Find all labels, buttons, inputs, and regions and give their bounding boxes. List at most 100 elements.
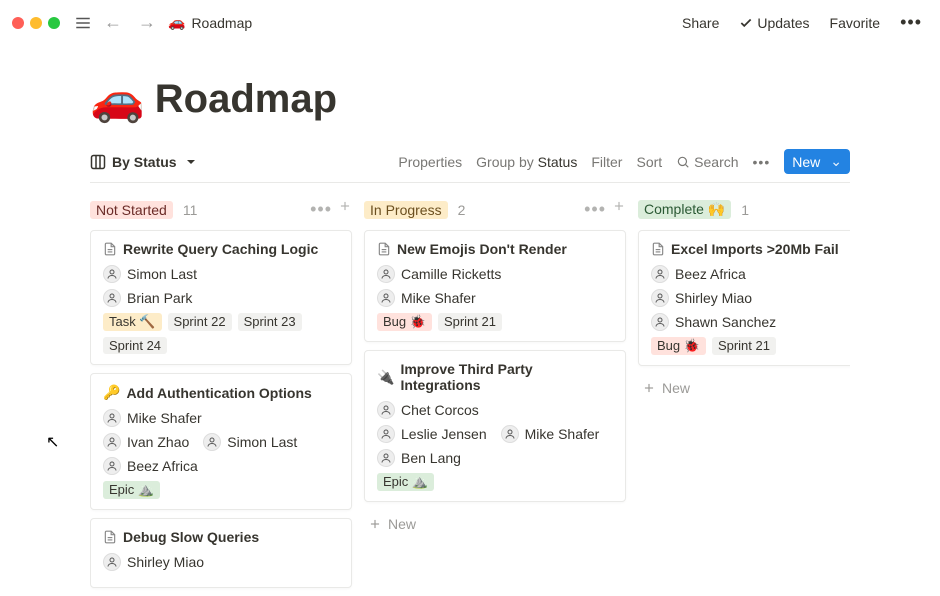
avatar	[103, 409, 121, 427]
more-menu-button[interactable]: •••	[894, 8, 928, 37]
window-controls	[12, 17, 60, 29]
person-name: Ivan Zhao	[127, 434, 189, 450]
tag-row: Epic ⛰️	[377, 473, 613, 491]
menu-icon[interactable]	[74, 14, 92, 32]
filter-button[interactable]: Filter	[591, 154, 622, 170]
tag[interactable]: Sprint 24	[103, 337, 167, 354]
column-header: In Progress2•••	[364, 197, 626, 230]
column-more-button[interactable]: •••	[310, 199, 332, 220]
avatar	[377, 449, 395, 467]
topbar: ← → 🚗 Roadmap Share Updates Favorite •••	[0, 0, 940, 45]
card-title: Excel Imports >20Mb Fail	[651, 241, 850, 257]
card[interactable]: Rewrite Query Caching LogicSimon LastBri…	[90, 230, 352, 365]
group-by-button[interactable]: Group by Status	[476, 154, 577, 170]
tag-row: Epic ⛰️	[103, 481, 339, 499]
tag[interactable]: Sprint 21	[438, 313, 502, 331]
status-pill[interactable]: In Progress	[364, 201, 448, 219]
tag[interactable]: Sprint 21	[712, 337, 776, 355]
column-count: 11	[183, 202, 198, 218]
maximize-window-button[interactable]	[48, 17, 60, 29]
board-column: In Progress2•••New Emojis Don't RenderCa…	[364, 197, 626, 596]
person-name: Shirley Miao	[675, 290, 752, 306]
board-column: Not Started 11 ••• Rewrite Query Caching Lo…	[90, 197, 352, 596]
people-row: Mike Shafer	[377, 289, 613, 307]
favorite-button[interactable]: Favorite	[824, 11, 887, 35]
document-icon	[103, 242, 117, 256]
new-button[interactable]: New ⌄	[784, 149, 850, 174]
avatar	[377, 289, 395, 307]
column-add-button[interactable]	[338, 199, 352, 220]
avatar	[377, 425, 395, 443]
board-column: Complete 🙌1•••Excel Imports >20Mb FailBe…	[638, 197, 850, 596]
minimize-window-button[interactable]	[30, 17, 42, 29]
back-button[interactable]: ←	[100, 12, 126, 33]
avatar	[651, 313, 669, 331]
avatar	[103, 553, 121, 571]
card-title: 🔑Add Authentication Options	[103, 384, 339, 401]
person-name: Ben Lang	[401, 450, 461, 466]
forward-button[interactable]: →	[134, 12, 160, 33]
card[interactable]: 🔑Add Authentication Options Mike Shafer Iv…	[90, 373, 352, 510]
person-name: Shawn Sanchez	[675, 314, 776, 330]
person-name: Mike Shafer	[525, 426, 600, 442]
new-card-button[interactable]: New	[638, 374, 850, 402]
properties-button[interactable]: Properties	[398, 154, 462, 170]
status-pill[interactable]: Complete 🙌	[638, 200, 731, 219]
card[interactable]: New Emojis Don't RenderCamille RickettsM…	[364, 230, 626, 342]
breadcrumb[interactable]: 🚗 Roadmap	[168, 14, 252, 31]
person-name: Beez Africa	[675, 266, 746, 282]
close-window-button[interactable]	[12, 17, 24, 29]
search-button[interactable]: Search	[676, 154, 738, 170]
card-title: 🔌Improve Third Party Integrations	[377, 361, 613, 393]
people-row: Beez Africa	[651, 265, 850, 283]
sort-button[interactable]: Sort	[636, 154, 662, 170]
breadcrumb-icon: 🚗	[168, 14, 185, 31]
column-count: 1	[741, 202, 749, 218]
person-name: Mike Shafer	[127, 410, 202, 426]
avatar	[103, 433, 121, 451]
tag[interactable]: Sprint 23	[238, 313, 302, 331]
column-more-button[interactable]: •••	[584, 199, 606, 220]
chevron-down-icon: ⌄	[830, 153, 842, 170]
column-header: Not Started 11 •••	[90, 197, 352, 230]
document-icon	[377, 242, 391, 256]
avatar	[377, 265, 395, 283]
tag[interactable]: Epic ⛰️	[377, 473, 434, 491]
new-card-button[interactable]: New	[364, 510, 626, 538]
card-emoji-icon: 🔑	[103, 384, 120, 401]
tag[interactable]: Task 🔨	[103, 313, 162, 331]
card[interactable]: 🔌Improve Third Party IntegrationsChet Co…	[364, 350, 626, 502]
column-header: Complete 🙌1•••	[638, 197, 850, 230]
view-picker[interactable]: By Status	[90, 154, 199, 170]
person-name: Leslie Jensen	[401, 426, 487, 442]
tag[interactable]: Epic ⛰️	[103, 481, 160, 499]
updates-button[interactable]: Updates	[733, 11, 815, 35]
card-title: Debug Slow Queries	[103, 529, 339, 545]
person-name: Simon Last	[227, 434, 297, 450]
person-name: Camille Ricketts	[401, 266, 501, 282]
tag-row: Task 🔨 Sprint 22 Sprint 23 Sprint 24	[103, 313, 339, 354]
page-icon[interactable]: 🚗	[90, 73, 145, 125]
view-more-button[interactable]: •••	[753, 154, 771, 170]
share-button[interactable]: Share	[676, 11, 725, 35]
tag-row: Bug 🐞 Sprint 21	[651, 337, 850, 355]
person-name: Simon Last	[127, 266, 197, 282]
avatar	[103, 457, 121, 475]
tag[interactable]: Sprint 22	[168, 313, 232, 331]
people-row: Camille Ricketts	[377, 265, 613, 283]
card[interactable]: Debug Slow Queries Shirley Miao	[90, 518, 352, 588]
people-row: Shirley Miao	[103, 553, 339, 571]
card[interactable]: Excel Imports >20Mb Fail Beez Africa Shirl…	[638, 230, 850, 366]
person-name: Brian Park	[127, 290, 192, 306]
updates-label: Updates	[757, 15, 809, 31]
status-pill[interactable]: Not Started	[90, 201, 173, 219]
person-name: Shirley Miao	[127, 554, 204, 570]
column-add-button[interactable]	[612, 199, 626, 220]
avatar	[103, 265, 121, 283]
page-title[interactable]: Roadmap	[155, 77, 337, 122]
tag[interactable]: Bug 🐞	[651, 337, 706, 355]
tag[interactable]: Bug 🐞	[377, 313, 432, 331]
tag-row: Bug 🐞 Sprint 21	[377, 313, 613, 331]
people-row: Ivan Zhao Simon Last	[103, 433, 339, 451]
people-row: Brian Park	[103, 289, 339, 307]
